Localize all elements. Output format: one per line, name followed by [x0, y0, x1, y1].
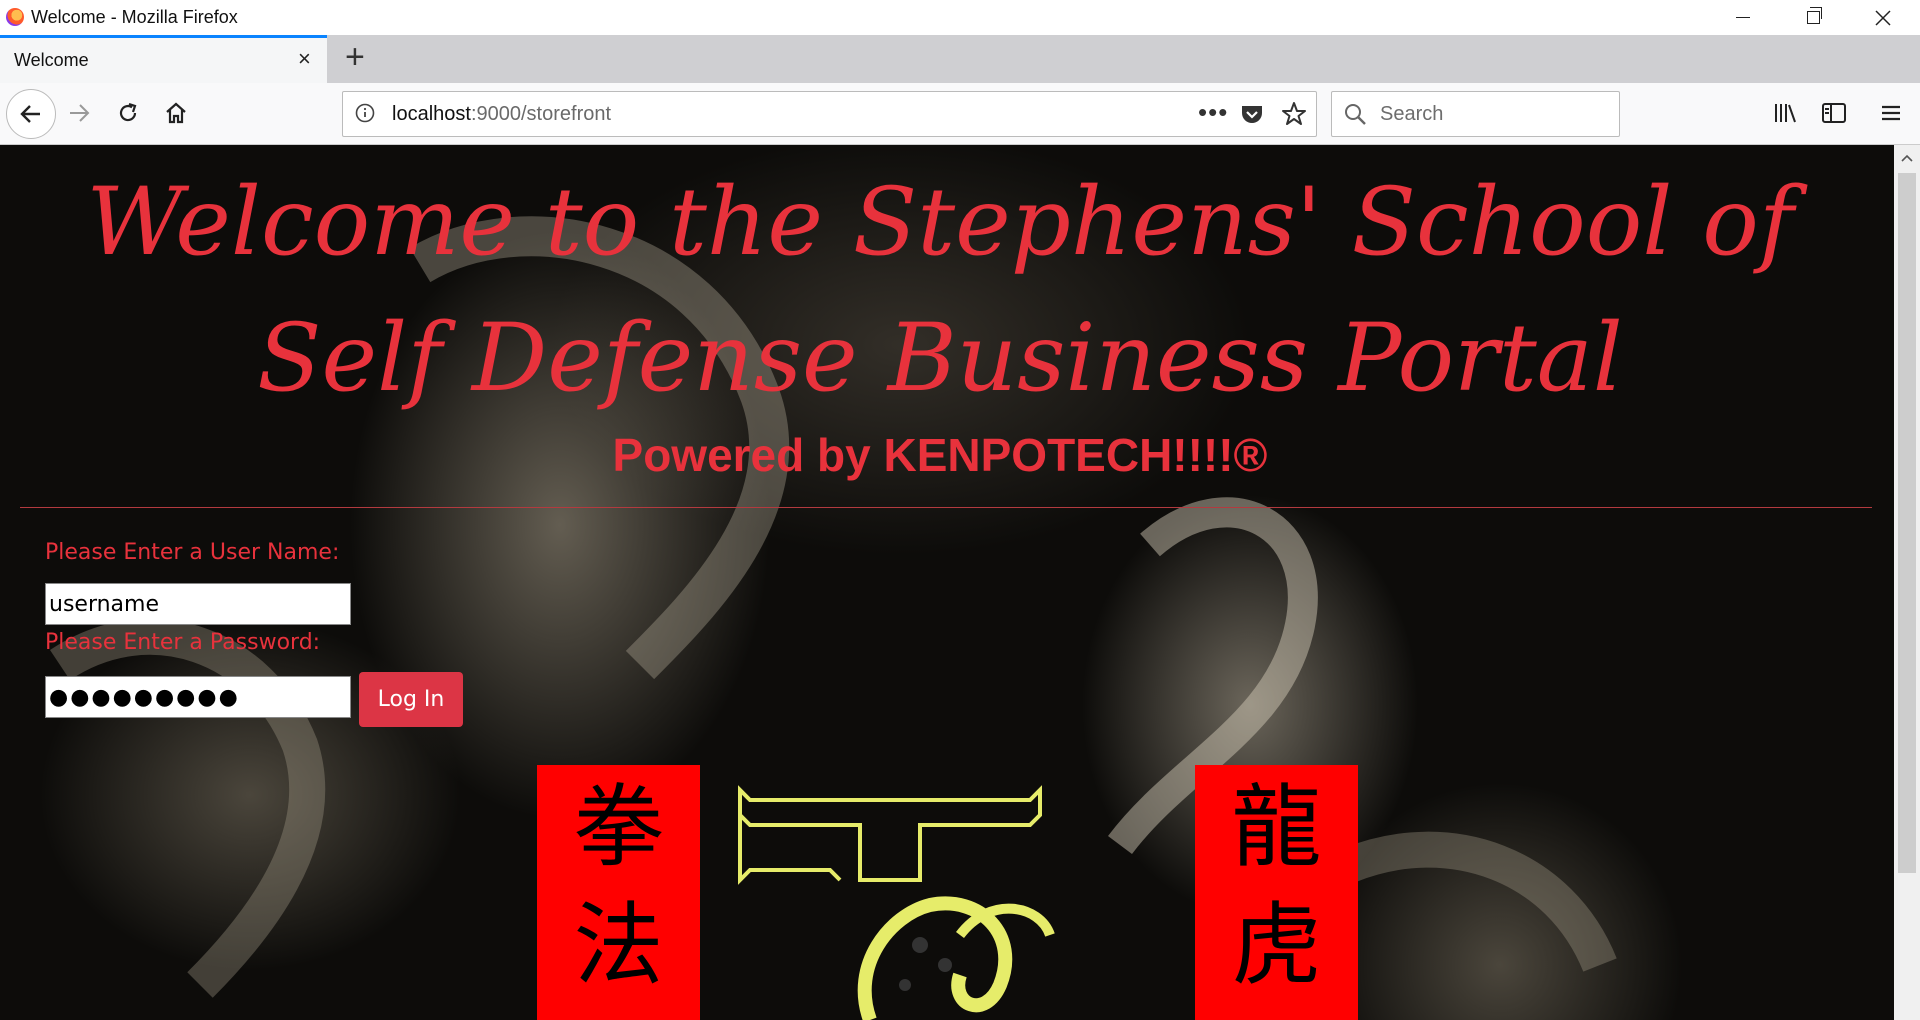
- forward-button[interactable]: [63, 97, 95, 129]
- school-logo: [738, 785, 1055, 1020]
- hamburger-menu-icon: [1882, 105, 1900, 121]
- username-label: Please Enter a User Name:: [45, 540, 340, 565]
- window-title: Welcome - Mozilla Firefox: [31, 7, 238, 27]
- password-label: Please Enter a Password:: [45, 630, 321, 655]
- sidebar-toggle-button[interactable]: [1818, 97, 1850, 129]
- scroll-up-button[interactable]: [1894, 145, 1920, 171]
- tab-close-icon[interactable]: ×: [298, 48, 311, 70]
- page-actions-icon[interactable]: •••: [1198, 97, 1228, 128]
- library-button[interactable]: [1770, 97, 1802, 129]
- vertical-scrollbar[interactable]: [1894, 145, 1920, 1020]
- tab-welcome[interactable]: Welcome ×: [0, 35, 327, 83]
- powered-by-text: Powered by KENPOTECH!!!!®: [612, 429, 1268, 481]
- kenpo-banner: 拳法: [537, 765, 700, 1020]
- menu-button[interactable]: [1875, 97, 1907, 129]
- pocket-icon[interactable]: [1240, 103, 1264, 125]
- page-heading: Welcome to the Stephens' School of Self …: [86, 168, 1794, 413]
- sidebar-icon: [1822, 103, 1846, 123]
- search-icon: [1345, 104, 1366, 125]
- close-icon: [1875, 9, 1891, 26]
- minimize-icon: [1736, 17, 1750, 18]
- search-bar[interactable]: Search: [1331, 91, 1620, 137]
- site-info-icon[interactable]: [355, 103, 375, 123]
- minimize-button[interactable]: [1708, 0, 1778, 35]
- login-button[interactable]: Log In: [359, 672, 463, 727]
- url-host: localhost: [392, 103, 471, 125]
- window-titlebar: Welcome - Mozilla Firefox: [0, 0, 1920, 35]
- home-icon: [166, 102, 186, 124]
- close-window-button[interactable]: [1848, 0, 1918, 35]
- url-path: :9000/storefront: [470, 103, 612, 125]
- back-arrow-icon: [20, 105, 40, 123]
- new-tab-button[interactable]: +: [345, 39, 365, 75]
- reload-button[interactable]: [112, 97, 144, 129]
- page-content: Welcome to the Stephens' School of Self …: [0, 145, 1894, 1020]
- address-bar[interactable]: localhost:9000/storefront •••: [342, 91, 1317, 137]
- forward-arrow-icon: [70, 104, 90, 122]
- password-input[interactable]: [45, 676, 351, 718]
- tab-title: Welcome: [14, 50, 89, 70]
- url-text: localhost:9000/storefront: [392, 103, 611, 126]
- search-placeholder: Search: [1380, 103, 1444, 125]
- restore-button[interactable]: [1778, 0, 1848, 35]
- dragon-tiger-banner: 龍虎: [1195, 765, 1358, 1020]
- chevron-up-icon: [1901, 154, 1913, 162]
- firefox-logo-icon: [6, 8, 24, 26]
- library-icon: [1775, 104, 1796, 123]
- tab-strip: Welcome × +: [0, 35, 1920, 83]
- header-divider: [20, 507, 1872, 508]
- home-button[interactable]: [160, 97, 192, 129]
- restore-icon: [1806, 7, 1822, 24]
- navigation-toolbar: localhost:9000/storefront ••• Search: [0, 83, 1920, 145]
- scrollbar-thumb[interactable]: [1898, 173, 1916, 873]
- back-button[interactable]: [6, 89, 56, 139]
- reload-icon: [119, 102, 137, 122]
- bookmark-star-icon[interactable]: [1281, 101, 1307, 127]
- username-input[interactable]: [45, 583, 351, 625]
